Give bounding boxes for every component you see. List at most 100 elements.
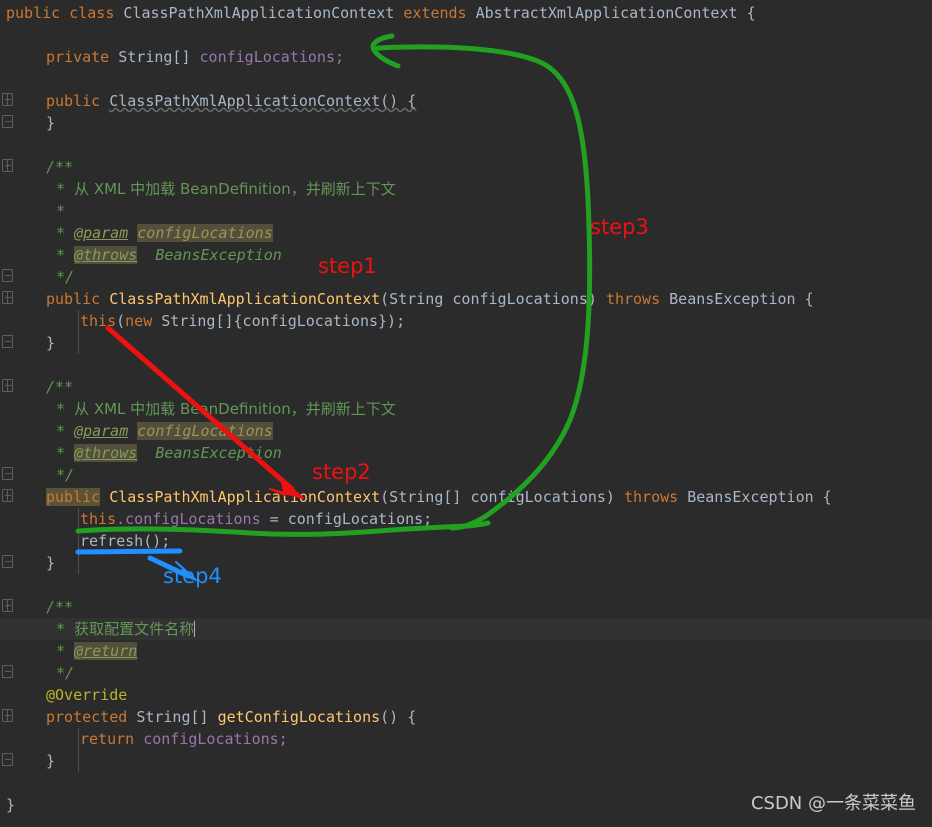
javadoc-star: * [56, 180, 66, 198]
refresh-call: refresh(); [80, 532, 171, 550]
annotation-override: @Override [46, 686, 128, 704]
code-line[interactable]: /** [0, 156, 932, 178]
javadoc-param-tag: @param [74, 422, 129, 440]
javadoc-description: 从 XML 中加载 BeanDefinition，并刷新上下文 [74, 400, 396, 418]
fold-marker-icon[interactable] [2, 115, 13, 128]
javadoc-throws-type: BeansException [155, 444, 282, 462]
code-line[interactable]: /** [0, 376, 932, 398]
code-line[interactable]: * @throws BeansException [0, 244, 932, 266]
fold-marker-icon[interactable] [2, 555, 13, 568]
code-line[interactable]: private String[] configLocations; [0, 46, 932, 68]
code-line[interactable]: this(new String[]{configLocations}); [0, 310, 932, 332]
fold-marker-icon[interactable] [2, 159, 13, 172]
step-label-step1: step1 [318, 254, 377, 278]
step-label-step4: step4 [163, 564, 222, 588]
code-line[interactable]: * @return [0, 640, 932, 662]
code-line[interactable]: * @param configLocations [0, 222, 932, 244]
javadoc-star: * [56, 444, 66, 462]
javadoc-open: /** [46, 158, 74, 176]
fold-marker-icon[interactable] [2, 665, 13, 678]
javadoc-star: * [56, 422, 66, 440]
fold-marker-icon[interactable] [2, 269, 13, 282]
javadoc-star: * [56, 642, 66, 660]
javadoc-throws-tag: @throws [74, 444, 138, 462]
constructor-name: ClassPathXmlApplicationContext [109, 488, 381, 506]
javadoc-star: * [56, 400, 66, 418]
javadoc-star: * [56, 224, 66, 242]
editor-code-area[interactable]: public class ClassPathXmlApplicationCont… [0, 0, 932, 827]
code-line[interactable]: public ClassPathXmlApplicationContext() … [0, 90, 932, 112]
code-line[interactable]: public class ClassPathXmlApplicationCont… [0, 2, 932, 24]
parameter-reference: configLocations; [287, 510, 433, 528]
javadoc-param-tag: @param [74, 224, 129, 242]
code-line[interactable]: public ClassPathXmlApplicationContext(St… [0, 288, 932, 310]
brace-close: } [46, 114, 56, 132]
keyword-throws: throws [605, 290, 661, 308]
javadoc-open: /** [46, 598, 74, 616]
javadoc-open: /** [46, 378, 74, 396]
keyword-public: public [6, 4, 61, 22]
fold-marker-icon[interactable] [2, 753, 13, 766]
code-line[interactable]: refresh(); [0, 530, 932, 552]
watermark-text: CSDN @一条菜菜鱼 [750, 793, 916, 814]
code-line[interactable]: @Override [0, 684, 932, 706]
code-line[interactable]: * @throws BeansException [0, 442, 932, 464]
keyword-public: public [46, 92, 101, 110]
code-line[interactable]: public ClassPathXmlApplicationContext(St… [0, 486, 932, 508]
code-line[interactable]: this.configLocations = configLocations; [0, 508, 932, 530]
code-line[interactable]: } [0, 750, 932, 772]
brace-open: { [746, 4, 756, 22]
code-line[interactable]: } [0, 552, 932, 574]
javadoc-star: * [56, 246, 66, 264]
fold-marker-icon[interactable] [2, 291, 13, 304]
code-line[interactable]: protected String[] getConfigLocations() … [0, 706, 932, 728]
code-line[interactable]: * 从 XML 中加载 BeanDefinition，并刷新上下文 [0, 398, 932, 420]
method-name-getconfiglocations: getConfigLocations [217, 708, 381, 726]
javadoc-param-name: configLocations [137, 224, 273, 242]
paren-open: ( [116, 312, 126, 330]
code-line[interactable]: } [0, 112, 932, 134]
superclass-name: AbstractXmlApplicationContext [475, 4, 738, 22]
field-configlocations: configLocations; [143, 730, 288, 748]
keyword-new: new [125, 312, 153, 330]
keyword-public-highlighted: public [46, 488, 101, 506]
exception-type: BeansException { [669, 290, 814, 308]
fold-marker-icon[interactable] [2, 709, 13, 722]
code-line-current[interactable]: * 获取配置文件名称 [0, 618, 932, 640]
assignment-operator: = [260, 510, 288, 528]
keyword-extends: extends [403, 4, 467, 22]
constructor-parens: () { [380, 92, 417, 110]
code-line[interactable]: * 从 XML 中加载 BeanDefinition，并刷新上下文 [0, 178, 932, 200]
fold-marker-icon[interactable] [2, 489, 13, 502]
code-line[interactable]: } [0, 332, 932, 354]
field-configlocations: configLocations; [199, 48, 345, 66]
code-editor-screenshot: public class ClassPathXmlApplicationCont… [0, 0, 932, 827]
code-line[interactable]: * [0, 200, 932, 222]
text-caret [194, 621, 196, 637]
code-line[interactable]: return configLocations; [0, 728, 932, 750]
constructor-params: (String configLocations) [380, 290, 597, 308]
fold-marker-icon[interactable] [2, 379, 13, 392]
fold-marker-icon[interactable] [2, 335, 13, 348]
javadoc-throws-tag: @throws [74, 246, 138, 264]
javadoc-description: 获取配置文件名称 [74, 620, 195, 638]
javadoc-star: * [56, 202, 66, 220]
fold-marker-icon[interactable] [2, 599, 13, 612]
class-brace-close: } [6, 796, 16, 814]
javadoc-description: 从 XML 中加载 BeanDefinition，并刷新上下文 [74, 180, 396, 198]
class-name: ClassPathXmlApplicationContext [123, 4, 395, 22]
code-line[interactable]: */ [0, 266, 932, 288]
keyword-return: return [80, 730, 135, 748]
code-line[interactable]: * @param configLocations [0, 420, 932, 442]
type-string-array: String[] [136, 708, 209, 726]
javadoc-close: */ [56, 268, 75, 286]
code-line[interactable]: */ [0, 662, 932, 684]
code-line[interactable]: /** [0, 596, 932, 618]
keyword-this: this [80, 510, 117, 528]
fold-marker-icon[interactable] [2, 93, 13, 106]
method-parens: () { [380, 708, 417, 726]
code-line[interactable]: */ [0, 464, 932, 486]
javadoc-return-tag: @return [74, 642, 138, 660]
fold-marker-icon[interactable] [2, 467, 13, 480]
javadoc-star: * [56, 620, 66, 638]
